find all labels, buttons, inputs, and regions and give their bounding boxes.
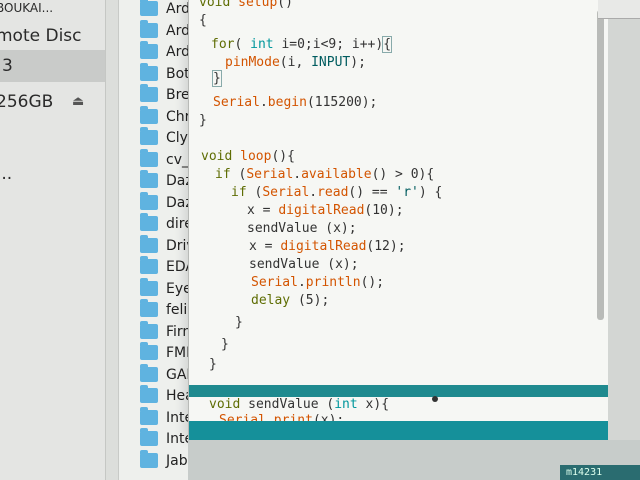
code-line: sendValue (x);	[247, 221, 357, 236]
folder-icon	[140, 62, 158, 81]
folder-icon	[140, 320, 158, 339]
code-editor-window: void setup() { for( int i=0;i<9; i++){ p…	[188, 0, 609, 440]
sidebar-item-remote-disc[interactable]: mote Disc	[0, 20, 105, 52]
folder-icon	[140, 191, 158, 210]
code-line: Serial.begin(115200);	[213, 95, 378, 110]
folder-icon	[140, 170, 158, 188]
file-name: Ard	[166, 22, 190, 39]
file-name: GAI	[166, 366, 191, 383]
sidebar-item-label: 256GB	[0, 92, 54, 112]
code-line: }	[235, 315, 243, 330]
code-line: delay (5);	[251, 293, 330, 308]
file-list-scrollbar[interactable]	[106, 0, 119, 480]
eject-icon[interactable]: ⏏	[72, 86, 84, 118]
file-name: Bre	[166, 87, 190, 103]
folder-icon	[140, 105, 158, 124]
folder-icon	[140, 449, 158, 468]
code-line: }	[221, 337, 229, 352]
folder-icon	[140, 277, 158, 296]
folder-icon	[140, 41, 158, 59]
code-line: x = digitalRead(12);	[249, 239, 406, 254]
folder-icon	[140, 385, 158, 403]
file-name: Ard	[166, 44, 190, 60]
folder-icon	[140, 234, 158, 253]
console-area	[189, 421, 609, 440]
folder-icon	[140, 127, 158, 145]
code-line: if (Serial.read() == 'r') {	[231, 185, 443, 200]
folder-icon	[140, 213, 158, 231]
folder-icon	[140, 84, 158, 102]
folder-icon	[140, 0, 158, 16]
code-line: sendValue (x);	[249, 257, 359, 272]
window-strip	[598, 0, 640, 19]
file-name: Chr	[166, 108, 191, 125]
sidebar-item-label: mote Disc	[0, 26, 82, 46]
code-line: x = digitalRead(10);	[247, 203, 404, 218]
folder-icon	[140, 19, 158, 38]
code-line: {	[199, 13, 207, 28]
sidebar-item-256gb[interactable]: 256GB ⏏	[0, 86, 105, 118]
folder-icon	[140, 342, 158, 360]
folder-icon	[140, 299, 158, 317]
code-line: void loop(){	[201, 149, 295, 164]
status-bar-text: m14231	[560, 465, 640, 480]
folder-icon	[140, 256, 158, 274]
file-name: Bot	[166, 65, 190, 82]
divider-handle-icon[interactable]	[432, 396, 438, 402]
sidebar-item-label: ...	[0, 164, 13, 184]
folder-icon	[140, 148, 158, 167]
file-name: FMI	[166, 345, 191, 361]
file-name: cv_	[166, 151, 189, 168]
background-window	[608, 0, 640, 440]
folder-icon	[140, 406, 158, 425]
editor-scrollbar[interactable]	[597, 10, 604, 320]
file-name: Cly	[166, 130, 188, 146]
sidebar-item-label: 3	[2, 56, 13, 76]
code-area[interactable]: void setup() { for( int i=0;i<9; i++){ p…	[189, 0, 597, 428]
file-name: Ard	[166, 1, 190, 17]
code-line: }	[209, 357, 217, 372]
code-line: for( int i=0;i<9; i++){	[211, 36, 393, 53]
sidebar-item-selected[interactable]: 3	[0, 50, 105, 82]
finder-sidebar: BOUKAI... mote Disc 3 256GB ⏏ ...	[0, 0, 106, 480]
code-line: pinMode(i, INPUT);	[225, 55, 366, 70]
folder-icon	[140, 363, 158, 382]
console-divider[interactable]	[189, 385, 609, 397]
code-line: }	[212, 70, 222, 87]
file-name: Jab	[166, 452, 188, 469]
sidebar-item[interactable]: ...	[0, 158, 105, 190]
code-line: if (Serial.available() > 0){	[215, 167, 435, 182]
code-line: void setup()	[199, 0, 293, 10]
code-line: }	[199, 113, 207, 128]
code-line: Serial.println();	[251, 275, 385, 290]
folder-icon	[140, 428, 158, 446]
